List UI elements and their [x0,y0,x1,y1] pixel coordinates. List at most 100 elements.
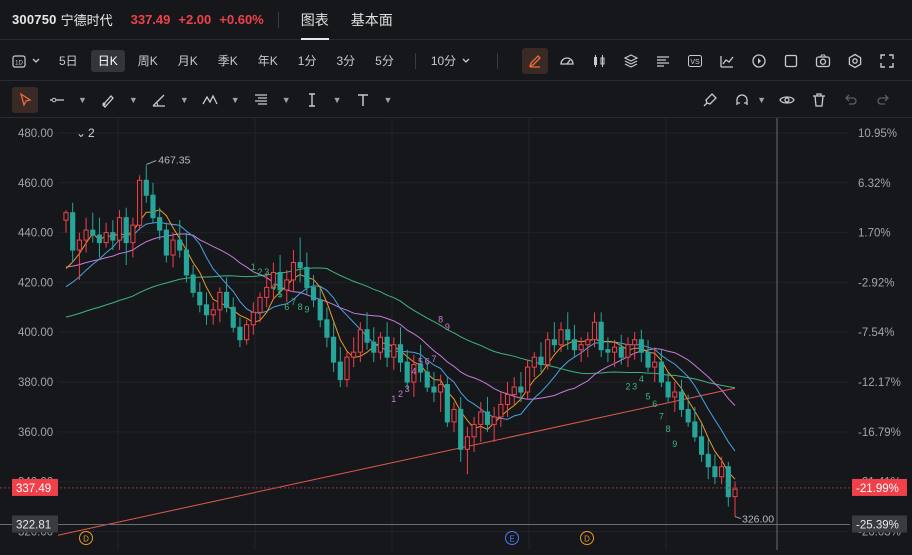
text-cursor-icon[interactable] [299,87,325,113]
tab-chart[interactable]: 图表 [300,0,329,40]
interval-menu[interactable]: 1D [12,50,42,72]
candle-body[interactable] [431,386,437,393]
candle-body[interactable] [384,336,390,358]
candle-body[interactable] [203,304,210,316]
magnet-icon[interactable] [729,87,755,113]
trash-icon[interactable] [806,87,832,113]
candle-body[interactable] [364,329,370,343]
candle-body[interactable] [531,356,537,368]
candle-body[interactable] [471,423,477,438]
candle-body[interactable] [237,326,243,341]
candle-body[interactable] [110,232,116,241]
line-tool-icon[interactable] [44,87,70,113]
vs-icon[interactable]: VS [682,48,708,74]
candle-body[interactable] [371,341,377,353]
period-monthly[interactable]: 月K [171,50,205,72]
candle-body[interactable] [698,436,705,455]
candle-body[interactable] [511,386,517,396]
candle-body[interactable] [451,408,457,423]
candle-body[interactable] [652,361,658,368]
candle-body[interactable] [130,224,136,244]
candle-body[interactable] [504,394,511,405]
candle-body[interactable] [290,262,297,281]
chevron-down-icon[interactable]: ▼ [231,95,240,105]
period-weekly[interactable]: 周K [131,50,165,72]
layers-icon[interactable] [618,48,644,74]
candle-body[interactable] [63,212,69,221]
period-quarterly[interactable]: 季K [211,50,245,72]
candle-body[interactable] [525,366,531,393]
pencil-tool-icon[interactable] [95,87,121,113]
candle-body[interactable] [498,403,504,418]
candle-body[interactable] [70,212,76,251]
chevron-down-icon[interactable]: ▼ [757,95,766,105]
candle-body[interactable] [344,356,350,381]
candle-body[interactable] [157,217,163,231]
candle-body[interactable] [571,339,578,351]
candle-body[interactable] [177,239,183,251]
candle-body[interactable] [244,324,250,341]
candle-body[interactable] [612,346,618,353]
chevron-down-icon[interactable]: ▼ [384,95,393,105]
period-daily[interactable]: 日K [90,49,125,72]
candle-body[interactable] [331,336,337,363]
pattern-tool-icon[interactable] [197,87,223,113]
candle-body[interactable] [518,386,524,393]
minute-select[interactable]: 10分 [424,50,479,72]
candle-body[interactable] [685,408,691,423]
period-5min[interactable]: 5分 [368,50,401,72]
candle-body[interactable] [665,381,671,398]
price-chart[interactable]: 480.00 10.95% 460.00 6.32% 440.00 1.70% 420.00… [0,118,912,550]
candle-body[interactable] [424,371,430,388]
chevron-down-icon[interactable]: ▼ [129,95,138,105]
candle-body[interactable] [257,296,263,313]
candle-body[interactable] [123,217,129,244]
period-yearly[interactable]: 年K [251,50,285,72]
camera-icon[interactable] [810,48,836,74]
candle-body[interactable] [377,336,384,353]
candle-body[interactable] [645,351,651,368]
undo-icon[interactable] [838,87,864,113]
candle-body[interactable] [137,179,143,226]
candle-body[interactable] [632,339,638,346]
candle-body[interactable] [163,229,169,256]
period-5d[interactable]: 5日 [52,50,85,72]
eye-icon[interactable] [774,87,800,113]
candle-body[interactable] [625,344,631,358]
candlestick-chart[interactable]: 480.00 10.95% 460.00 6.32% 440.00 1.70% 420.00… [0,118,912,550]
candle-body[interactable] [658,361,664,383]
candle-body[interactable] [96,234,103,244]
candle-body[interactable] [578,344,584,351]
period-3min[interactable]: 3分 [329,50,362,72]
candle-body[interactable] [638,339,644,353]
candle-body[interactable] [317,299,323,321]
candle-body[interactable] [337,361,343,381]
chevron-down-icon[interactable]: ▼ [282,95,291,105]
candle-body[interactable] [585,339,591,346]
candle-body[interactable] [250,311,256,326]
candle-body[interactable] [605,349,611,353]
candle-body[interactable] [116,217,123,241]
candle-body[interactable] [545,339,551,366]
candle-body[interactable] [712,466,718,478]
candle-body[interactable] [197,291,203,306]
candle-body[interactable] [464,436,470,450]
candle-body[interactable] [672,391,678,398]
candle-body[interactable] [404,361,410,383]
candle-body[interactable] [277,271,283,291]
candle-body[interactable] [725,466,731,498]
candle-body[interactable] [478,411,484,425]
candle-body[interactable] [103,232,109,244]
candle-body[interactable] [444,384,450,423]
candle-body[interactable] [143,179,149,196]
candle-body[interactable] [190,274,196,293]
candle-body[interactable] [297,262,303,268]
candle-body[interactable] [217,291,223,311]
candle-body[interactable] [591,321,598,341]
candle-body[interactable] [458,408,464,450]
candle-body[interactable] [598,321,604,351]
candle-body[interactable] [538,356,544,366]
candle-body[interactable] [719,466,725,478]
square-icon[interactable] [778,48,804,74]
candle-body[interactable] [304,266,310,288]
